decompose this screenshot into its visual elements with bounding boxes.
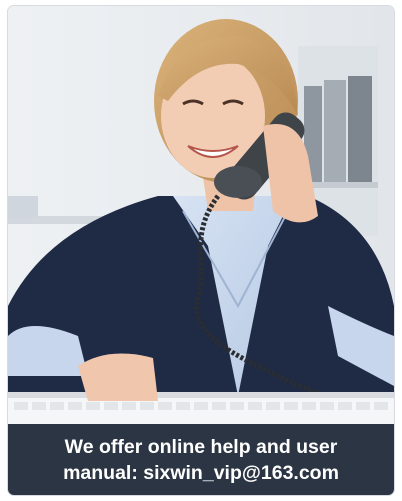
support-photo <box>8 6 394 424</box>
ad-card: We offer online help and user manual: si… <box>8 6 394 495</box>
caption-banner: We offer online help and user manual: si… <box>8 424 394 495</box>
keyboard <box>8 392 394 424</box>
caption-line-2: manual: sixwin_vip@163.com <box>63 461 339 484</box>
caption-line-1: We offer online help and user <box>64 435 338 458</box>
photo-illustration <box>8 6 394 424</box>
